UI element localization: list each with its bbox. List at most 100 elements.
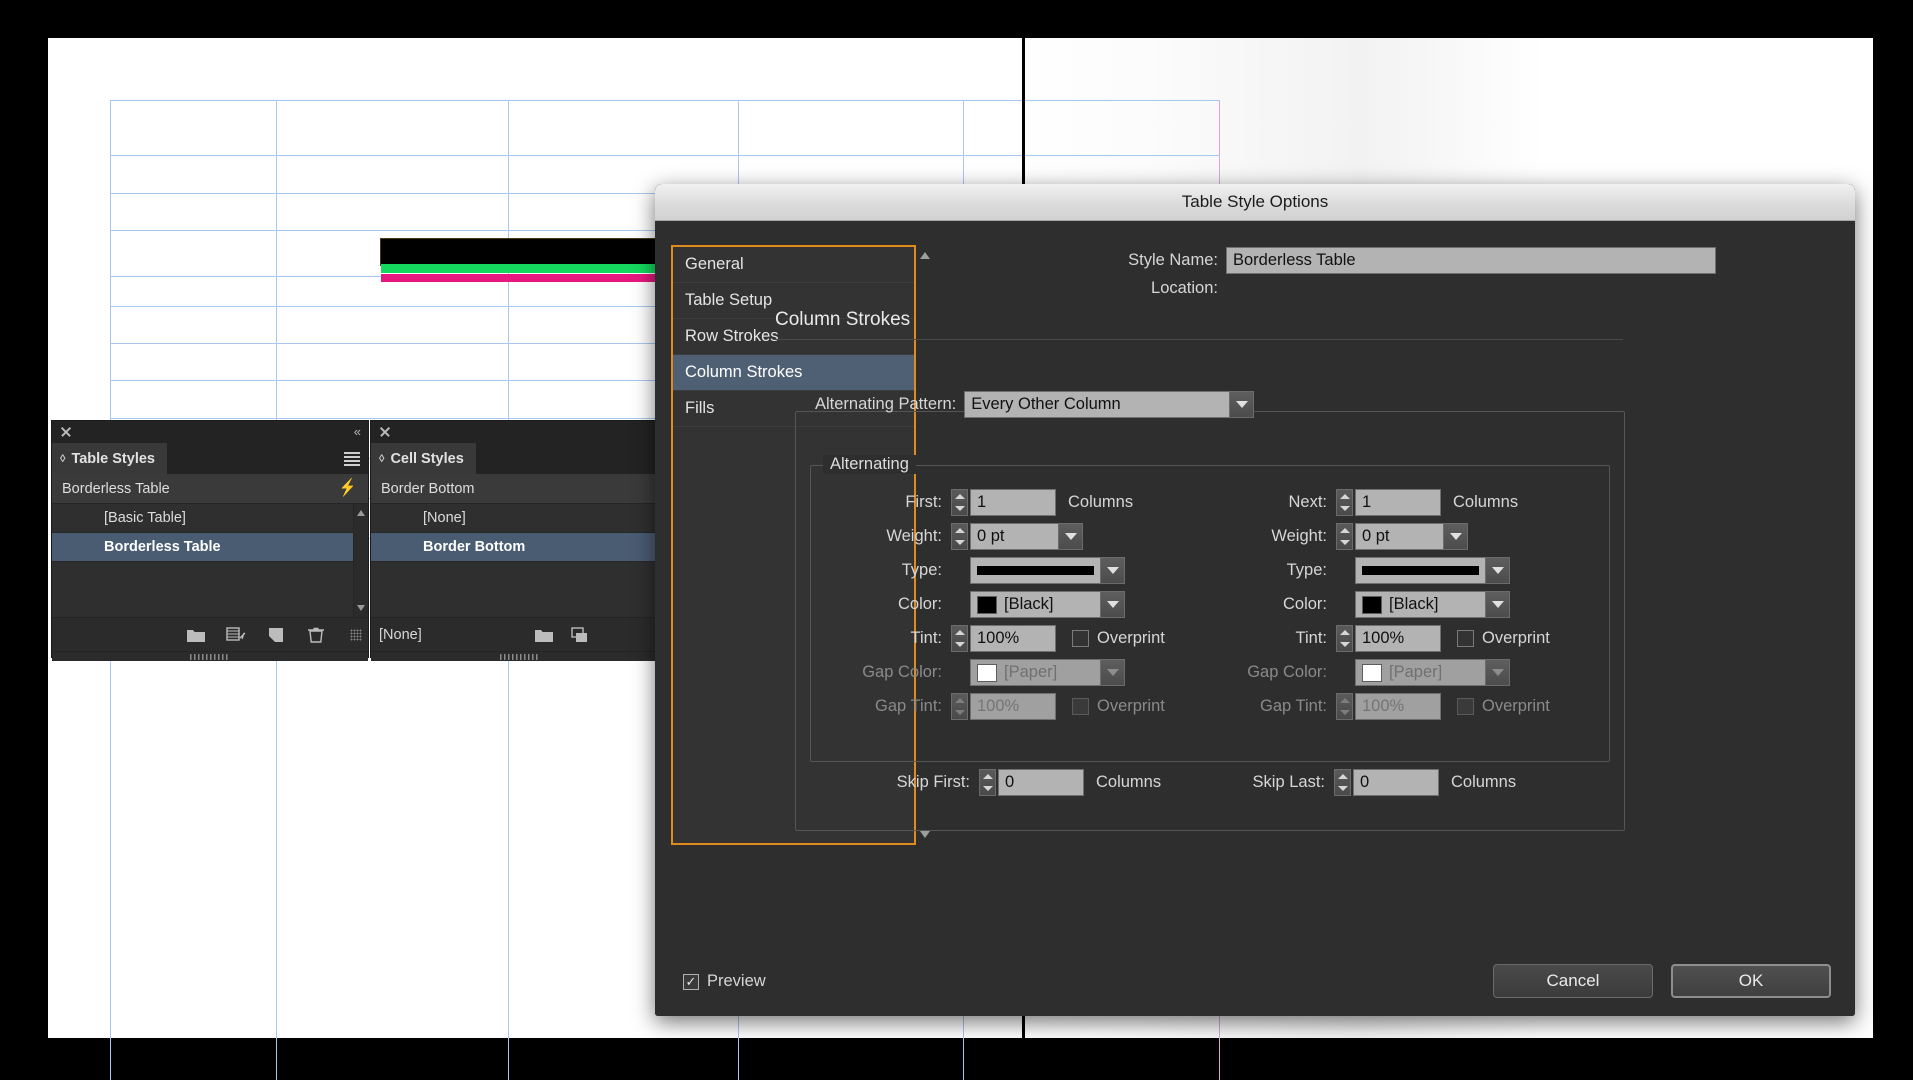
first-stepper[interactable] <box>951 489 968 516</box>
tint-overprint-checkbox[interactable] <box>1457 630 1474 647</box>
preview-row[interactable]: ✓ Preview <box>683 972 766 991</box>
tint-stepper[interactable] <box>951 625 968 652</box>
chevron-down-icon[interactable] <box>1100 557 1125 584</box>
ok-button[interactable]: OK <box>1671 964 1831 998</box>
chevron-down-icon[interactable] <box>1100 659 1125 686</box>
skip-first-stepper[interactable] <box>979 769 996 796</box>
gap-tint-overprint-checkbox[interactable] <box>1072 698 1089 715</box>
dialog-titlebar[interactable]: Table Style Options <box>655 184 1855 221</box>
table-cell-magenta-stroke <box>381 274 662 282</box>
gap-tint-row-left: Gap Tint: Overprint <box>850 693 1165 720</box>
gap-tint-input[interactable] <box>970 693 1056 720</box>
table-cell-black-fill[interactable] <box>380 238 660 266</box>
first-input[interactable] <box>970 489 1056 516</box>
table-style-options-dialog[interactable]: Table Style Options General Table Setup … <box>655 184 1855 1016</box>
nav-item-general[interactable]: General <box>673 247 914 283</box>
gap-tint-input[interactable] <box>1355 693 1441 720</box>
preview-checkbox[interactable]: ✓ <box>683 973 699 990</box>
close-icon[interactable] <box>60 426 72 438</box>
gap-color-value: [Paper] <box>1004 663 1058 681</box>
list-item[interactable]: Border Bottom <box>371 533 669 562</box>
collapse-panel-icon[interactable]: « <box>354 424 361 439</box>
table-styles-list[interactable]: [Basic Table] Borderless Table <box>52 504 368 617</box>
type-select[interactable] <box>1355 557 1510 584</box>
clear-overrides-icon[interactable] <box>226 626 246 644</box>
tint-input[interactable] <box>1355 625 1441 652</box>
gap-tint-stepper[interactable] <box>1336 693 1353 720</box>
alternating-pattern-select[interactable]: Every Other Column <box>964 391 1255 418</box>
next-stepper[interactable] <box>1336 489 1353 516</box>
nav-label: Table Setup <box>685 291 773 309</box>
weight-stepper[interactable] <box>1336 523 1353 550</box>
skip-first-input[interactable] <box>998 769 1084 796</box>
nav-item-column-strokes[interactable]: Column Strokes <box>673 355 914 391</box>
color-select[interactable]: [Black] <box>970 591 1125 618</box>
chevron-down-icon[interactable] <box>1485 557 1510 584</box>
table-styles-titlebar[interactable]: « <box>52 421 368 443</box>
chevron-down-icon[interactable] <box>1229 391 1255 418</box>
tab-cell-styles[interactable]: ◊ Cell Styles <box>371 443 476 474</box>
tab-table-styles[interactable]: ◊ Table Styles <box>52 443 167 474</box>
cell-styles-tabrow[interactable]: ◊ Cell Styles <box>371 443 669 474</box>
next-input[interactable] <box>1355 489 1441 516</box>
cell-styles-footer[interactable]: [None] <box>371 617 669 651</box>
cell-styles-titlebar[interactable] <box>371 421 669 443</box>
scroll-up-icon[interactable] <box>920 252 930 259</box>
new-style-icon[interactable] <box>266 626 286 644</box>
tint-stepper[interactable] <box>1336 625 1353 652</box>
cancel-button[interactable]: Cancel <box>1493 964 1653 998</box>
scroll-down-icon[interactable] <box>357 605 365 611</box>
new-style-group-icon[interactable] <box>534 626 554 644</box>
cell-styles-panel[interactable]: ◊ Cell Styles Border Bottom [None] Borde… <box>370 420 670 661</box>
chevron-down-icon[interactable] <box>1485 659 1510 686</box>
solid-stroke-icon <box>977 566 1094 575</box>
color-select[interactable]: [Black] <box>1355 591 1510 618</box>
close-icon[interactable] <box>379 426 391 438</box>
type-label: Type: <box>1286 561 1327 579</box>
new-style-group-icon[interactable] <box>186 626 206 644</box>
weight-stepper[interactable] <box>951 523 968 550</box>
table-styles-footer[interactable] <box>52 617 368 651</box>
tint-overprint-checkbox[interactable] <box>1072 630 1089 647</box>
gap-tint-label: Gap Tint: <box>875 697 942 715</box>
type-select[interactable] <box>970 557 1125 584</box>
scroll-down-icon[interactable] <box>920 831 930 838</box>
list-item[interactable]: Borderless Table <box>52 533 368 562</box>
style-name-row: Style Name: <box>1110 247 1716 274</box>
gap-color-select[interactable]: [Paper] <box>970 659 1125 686</box>
stroke-type-swatch <box>970 557 1100 584</box>
cell-styles-list[interactable]: [None] Border Bottom <box>371 504 669 617</box>
weight-select[interactable]: 0 pt <box>1355 523 1468 550</box>
tint-input[interactable] <box>970 625 1056 652</box>
list-item[interactable]: [Basic Table] <box>52 504 368 533</box>
clear-overrides-bolt-icon[interactable]: ⚡ <box>339 478 356 498</box>
panel-gripper[interactable] <box>371 651 669 661</box>
weight-row-right: Weight: 0 pt <box>1255 523 1468 550</box>
panel-gripper[interactable] <box>52 651 368 661</box>
weight-select[interactable]: 0 pt <box>970 523 1083 550</box>
gap-tint-stepper[interactable] <box>951 693 968 720</box>
next-label: Next: <box>1288 493 1327 511</box>
table-styles-tabrow[interactable]: ◊ Table Styles <box>52 443 368 474</box>
style-name-input[interactable] <box>1226 247 1716 274</box>
table-styles-scrollbar[interactable] <box>353 504 368 617</box>
list-item[interactable]: [None] <box>371 504 669 533</box>
chevron-down-icon[interactable] <box>1443 523 1468 550</box>
diamond-icon: ◊ <box>379 452 385 465</box>
panel-menu-icon[interactable] <box>344 452 360 466</box>
clear-overrides-icon[interactable] <box>570 626 590 644</box>
chevron-down-icon[interactable] <box>1100 591 1125 618</box>
skip-last-label: Skip Last: <box>1252 773 1325 791</box>
chevron-down-icon[interactable] <box>1058 523 1083 550</box>
delete-style-icon[interactable] <box>306 626 326 644</box>
skip-last-stepper[interactable] <box>1334 769 1351 796</box>
panel-resize-grip[interactable] <box>350 628 362 641</box>
tint-overprint-label: Overprint <box>1482 629 1550 647</box>
gap-color-select[interactable]: [Paper] <box>1355 659 1510 686</box>
gap-color-swatch-icon <box>1362 663 1382 682</box>
chevron-down-icon[interactable] <box>1485 591 1510 618</box>
table-styles-panel[interactable]: « ◊ Table Styles Borderless Table ⚡ [Bas… <box>51 420 369 661</box>
gap-tint-overprint-checkbox[interactable] <box>1457 698 1474 715</box>
skip-last-input[interactable] <box>1353 769 1439 796</box>
scroll-up-icon[interactable] <box>357 510 365 516</box>
